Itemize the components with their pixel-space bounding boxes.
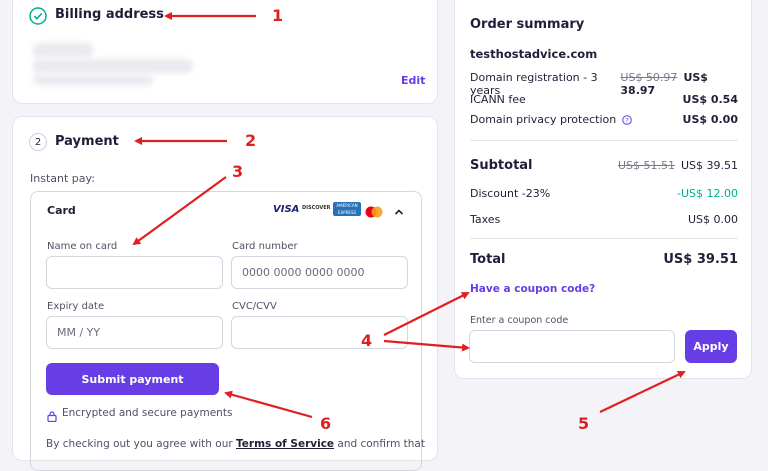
taxes-row: Taxes US$ 0.00: [470, 213, 738, 226]
terms-text: By checking out you agree with our Terms…: [46, 438, 425, 450]
secure-payments-text: Encrypted and secure payments: [62, 407, 233, 419]
order-domain-name: testhostadvice.com: [470, 47, 598, 61]
total-label: Total: [470, 252, 506, 267]
subtotal-row: Subtotal US$ 51.51 US$ 39.51: [470, 158, 738, 173]
apply-coupon-button[interactable]: Apply: [685, 330, 737, 363]
card-number-label: Card number: [232, 241, 298, 252]
order-line-icann-fee: ICANN fee US$ 0.54: [470, 93, 738, 106]
order-line-label: ICANN fee: [470, 93, 526, 106]
check-circle-icon: [29, 7, 47, 25]
order-line-price: US$ 0.54: [682, 93, 738, 106]
order-line-privacy-protection: Domain privacy protection ? US$ 0.00: [470, 113, 738, 126]
lock-icon: [47, 407, 57, 423]
expiry-date-label: Expiry date: [47, 301, 105, 312]
step-number: 2: [34, 136, 42, 148]
subtotal-old-price: US$ 51.51: [617, 159, 675, 172]
discover-icon: DISCOVER: [302, 205, 331, 211]
card-number-input[interactable]: 0000 0000 0000 0000: [231, 256, 408, 289]
taxes-value: US$ 0.00: [687, 213, 738, 226]
step-number-badge: 2: [29, 133, 47, 151]
terms-suffix: and confirm that: [334, 438, 425, 450]
terms-prefix: By checking out you agree with our: [46, 438, 237, 450]
help-circle-icon[interactable]: ?: [622, 114, 633, 125]
summary-divider: [470, 140, 738, 141]
discount-value: -US$ 12.00: [677, 187, 738, 200]
order-line-label: Domain privacy protection: [470, 113, 617, 126]
blurred-address-line-3: [33, 75, 153, 85]
visa-icon: VISA: [273, 204, 300, 215]
mastercard-icon: [365, 203, 383, 218]
blurred-address-line-1: [33, 43, 93, 57]
chevron-up-icon[interactable]: [393, 203, 405, 215]
annotation-number-2: 2: [245, 131, 257, 150]
card-method-label: Card: [47, 204, 76, 217]
annotation-number-4: 4: [361, 331, 373, 350]
blurred-address-line-2: [33, 59, 193, 73]
annotation-number-5: 5: [578, 414, 590, 433]
instant-pay-label: Instant pay:: [30, 172, 95, 185]
total-row: Total US$ 39.51: [470, 252, 738, 267]
subtotal-value: US$ 39.51: [680, 159, 738, 172]
annotation-number-3: 3: [232, 162, 244, 181]
order-line-old-price: US$ 50.97: [620, 71, 678, 84]
submit-payment-button[interactable]: Submit payment: [46, 363, 219, 395]
subtotal-label: Subtotal: [470, 158, 533, 173]
coupon-code-input[interactable]: [469, 330, 675, 363]
annotation-number-6: 6: [320, 414, 332, 433]
terms-of-service-link[interactable]: Terms of Service: [236, 438, 334, 450]
discount-row: Discount -23% -US$ 12.00: [470, 187, 738, 200]
payment-card: 2 Payment Instant pay: Card VISA DISCOVE…: [12, 116, 438, 471]
billing-address-title: Billing address: [55, 7, 164, 22]
order-line-price: US$ 0.00: [682, 113, 738, 126]
cvc-input[interactable]: [231, 316, 408, 349]
total-divider: [470, 238, 738, 239]
name-on-card-label: Name on card: [47, 241, 118, 252]
total-value: US$ 39.51: [663, 252, 738, 267]
annotation-number-1: 1: [272, 6, 284, 25]
cvc-label: CVC/CVV: [232, 301, 277, 312]
name-on-card-input[interactable]: [46, 256, 223, 289]
coupon-code-link[interactable]: Have a coupon code?: [470, 283, 595, 295]
amex-icon: AMERICAN EXPRESS: [333, 202, 361, 216]
expiry-date-input[interactable]: MM / YY: [46, 316, 223, 349]
taxes-label: Taxes: [470, 213, 501, 226]
coupon-code-label: Enter a coupon code: [470, 315, 569, 326]
discount-label: Discount -23%: [470, 187, 551, 200]
edit-billing-link[interactable]: Edit: [401, 74, 425, 87]
svg-text:?: ?: [626, 116, 629, 124]
order-summary-title: Order summary: [470, 17, 585, 32]
billing-address-card: Billing address Edit: [12, 0, 438, 104]
payment-title: Payment: [55, 134, 119, 149]
